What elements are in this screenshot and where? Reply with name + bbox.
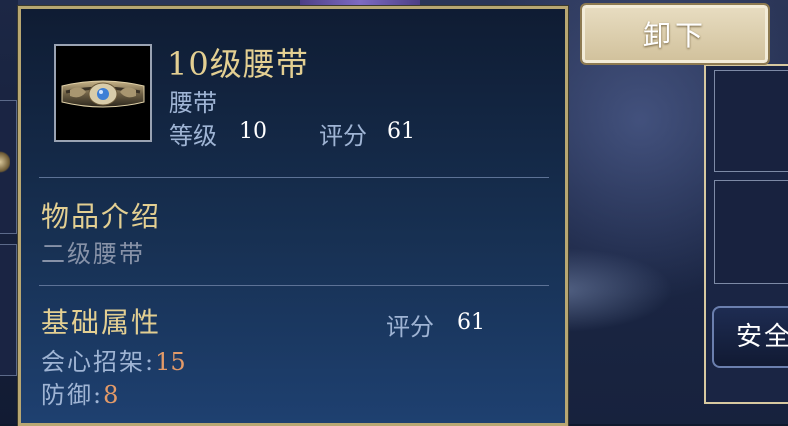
attribute-value: 8 [103, 381, 119, 409]
item-name: 10级腰带 [167, 45, 309, 83]
attributes-score-value: 61 [457, 310, 485, 335]
level-label: 等级 [169, 122, 217, 150]
left-equipment-slot[interactable] [0, 244, 17, 376]
intro-title: 物品介绍 [41, 200, 162, 233]
intro-description: 二级腰带 [41, 240, 145, 268]
attribute-name: 会心招架: [41, 348, 156, 376]
unequip-button[interactable]: 卸下 [580, 3, 770, 65]
right-equipment-slot[interactable] [714, 70, 788, 172]
safe-button[interactable]: 安全 [712, 306, 788, 368]
attributes-score-label: 评分 [386, 313, 434, 341]
belt-icon [61, 80, 145, 108]
left-gem-icon [0, 150, 10, 174]
attribute-value: 15 [155, 348, 186, 376]
score-label: 评分 [319, 122, 367, 150]
divider [39, 177, 549, 178]
item-tooltip-panel: 10级腰带 腰带 等级 10 评分 61 物品介绍 二级腰带 基础属性 评分 6… [17, 5, 569, 426]
attributes-title: 基础属性 [41, 306, 162, 339]
item-type: 腰带 [169, 89, 217, 117]
divider [39, 285, 549, 286]
level-value: 10 [239, 119, 267, 144]
attribute-row: 防御:8 [41, 375, 118, 410]
attribute-name: 防御: [41, 381, 104, 409]
item-icon-frame[interactable] [54, 44, 152, 142]
right-equipment-slot[interactable] [714, 180, 788, 284]
score-value: 61 [387, 119, 415, 144]
attribute-row: 会心招架:15 [41, 342, 186, 377]
